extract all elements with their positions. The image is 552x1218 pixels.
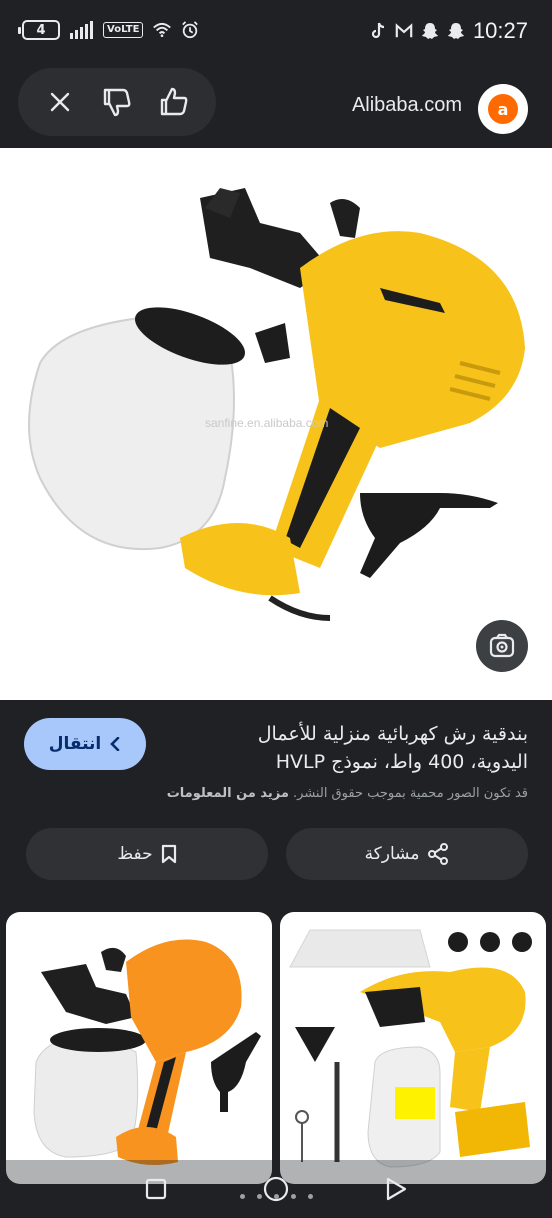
site-name[interactable]: Alibaba.com [352,94,462,117]
copyright-text: قد تكون الصور محمية بموجب حقوق النشر. [293,786,528,801]
signal-icon [70,21,93,39]
related-image-yellow-kit[interactable] [280,912,546,1184]
yellow-spray-gun-kit-illustration [289,929,532,1168]
battery-icon: 4 [18,20,60,40]
triangle-back-icon [386,1177,407,1201]
visit-button[interactable]: انتقال [24,718,146,770]
square-icon [145,1178,167,1200]
more-info-link[interactable]: مزيد من المعلومات [167,786,289,801]
dislike-button[interactable] [95,80,139,124]
info-panel: بندقية رش كهربائية منزلية للأعمال اليدوي… [0,700,552,910]
battery-level: 4 [36,22,46,38]
page-dots [240,1194,313,1199]
close-button[interactable] [38,80,82,124]
thumbs-down-icon [103,88,131,117]
share-label: مشاركة [364,844,420,864]
tiktok-icon [369,22,387,40]
system-nav-bar [0,1160,552,1218]
orange-spray-gun-illustration [33,939,261,1166]
header: Alibaba.com a [0,64,552,148]
related-image-orange[interactable] [6,912,272,1184]
status-bar-left: 4 VoLTE [18,20,199,40]
thumbs-up-icon [160,87,188,116]
product-image[interactable]: sanfine.en.alibaba.com [0,148,552,700]
status-bar: 4 VoLTE 10:27 [0,0,552,64]
close-icon [51,92,70,112]
alarm-icon [181,21,199,39]
chevron-left-icon [110,737,120,751]
lens-icon [489,633,515,658]
feedback-pill [18,68,216,136]
visit-label: انتقال [48,734,102,754]
share-icon [428,843,449,865]
wifi-icon [153,21,172,39]
copyright-notice: قد تكون الصور محمية بموجب حقوق النشر. مز… [167,786,528,801]
volte-badge: VoLTE [103,22,144,38]
back-button[interactable] [376,1169,416,1209]
like-button[interactable] [152,80,196,124]
recent-apps-button[interactable] [136,1169,176,1209]
share-button[interactable]: مشاركة [286,828,528,880]
product-title: بندقية رش كهربائية منزلية للأعمال اليدوي… [257,723,528,773]
snapchat-icon [421,22,439,40]
save-button[interactable]: حفظ [26,828,268,880]
status-bar-right: 10:27 [369,18,528,44]
clock: 10:27 [472,18,528,43]
home-button[interactable] [256,1169,296,1209]
gmail-icon [395,22,413,40]
site-logo[interactable]: a [478,84,528,134]
image-watermark: sanfine.en.alibaba.com [205,416,329,430]
bookmark-icon [161,844,176,864]
snapchat-icon [447,22,465,40]
alibaba-logo-icon: a [488,94,518,124]
save-label: حفظ [117,844,153,864]
lens-button[interactable] [476,620,528,672]
